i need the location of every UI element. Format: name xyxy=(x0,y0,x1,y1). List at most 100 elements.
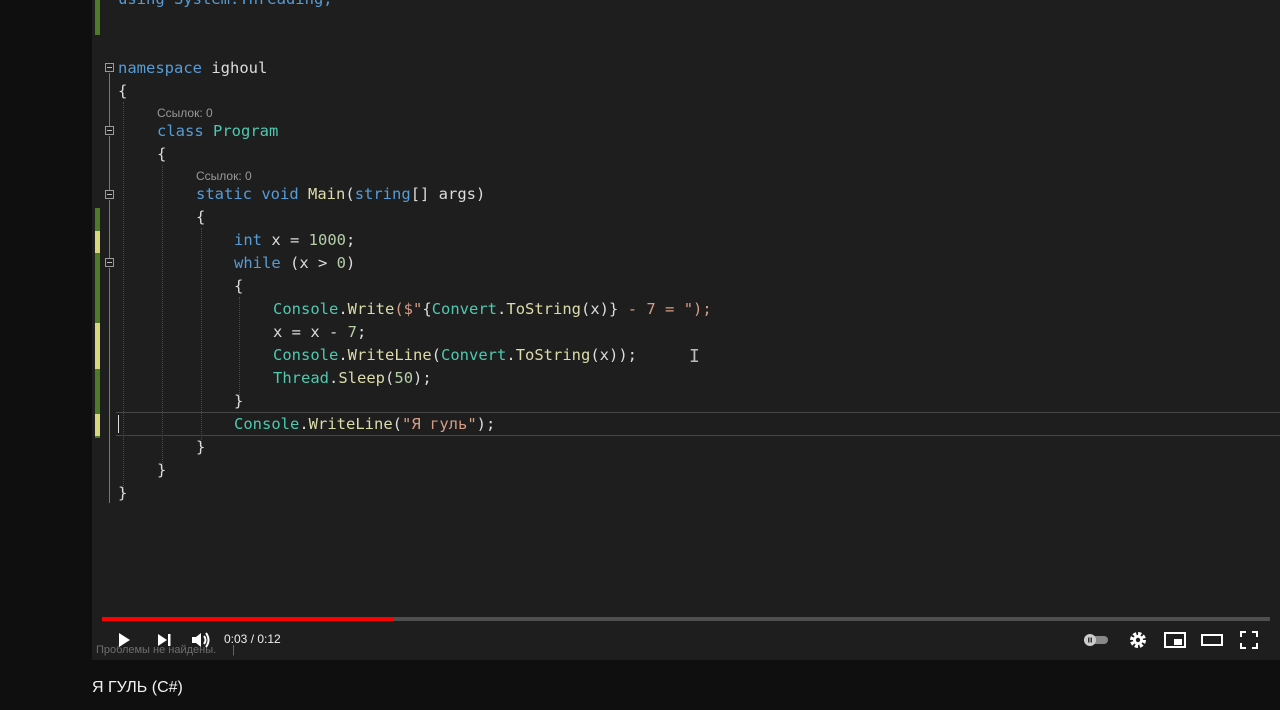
code-token: } xyxy=(609,300,619,318)
code-line: { xyxy=(157,144,166,164)
video-title: Я ГУЛЬ (C#) xyxy=(92,679,183,696)
video-player[interactable]: using System.Threading; namespace ighoul… xyxy=(92,0,1280,660)
string-literal: "); xyxy=(683,300,712,318)
change-bar-modified xyxy=(95,231,100,253)
brace: { xyxy=(118,82,128,100)
autoplay-toggle-icon xyxy=(1084,634,1108,646)
code-line-sleep: Thread.Sleep(50); xyxy=(273,368,432,388)
code-editor: using System.Threading; namespace ighoul… xyxy=(92,0,1280,610)
int-keyword: int xyxy=(234,231,262,249)
void-keyword: void xyxy=(261,185,299,203)
fold-line xyxy=(109,200,110,258)
video-progress-fill xyxy=(102,617,394,621)
method-name: Write xyxy=(347,300,395,318)
number-literal: 7 xyxy=(347,323,357,341)
indent-guide xyxy=(239,297,240,405)
fold-line xyxy=(109,268,110,503)
fold-toggle-while[interactable] xyxy=(105,258,114,267)
brace: } xyxy=(234,392,244,410)
ibeam-cursor-icon: I xyxy=(689,346,700,367)
current-time: 0:03 xyxy=(224,632,248,646)
settings-button[interactable] xyxy=(1126,627,1150,653)
text-caret xyxy=(118,415,119,433)
brace: } xyxy=(196,438,206,456)
code-token: . xyxy=(329,369,339,387)
volume-button[interactable] xyxy=(188,627,214,653)
fold-line xyxy=(109,136,110,190)
references-lens[interactable]: Ссылок: 0 xyxy=(196,169,252,183)
next-icon xyxy=(158,634,171,646)
string-literal: "Я гуль" xyxy=(402,415,477,433)
code-line-main: static void Main(string[] args) xyxy=(196,184,485,204)
code-token: . xyxy=(338,300,348,318)
method-name: ToString xyxy=(515,346,591,364)
code-line-decrement: x = x - 7; xyxy=(273,322,366,342)
type-name: Console xyxy=(234,415,300,433)
play-button[interactable] xyxy=(112,627,136,653)
code-line-namespace: namespace ighoul xyxy=(118,58,267,78)
time-separator: / xyxy=(247,632,258,646)
code-token: ); xyxy=(476,415,496,433)
video-progress-bar[interactable] xyxy=(102,617,1270,621)
change-bar xyxy=(95,0,100,35)
code-line: using System.Threading; xyxy=(118,0,333,9)
static-keyword: static xyxy=(196,185,252,203)
method-name: WriteLine xyxy=(347,346,432,364)
brace: { xyxy=(196,208,206,226)
string-literal: ($" xyxy=(394,300,423,318)
miniplayer-button[interactable] xyxy=(1162,627,1188,653)
namespace-keyword: namespace xyxy=(118,59,202,77)
volume-icon xyxy=(192,632,210,648)
fold-toggle-main[interactable] xyxy=(105,190,114,199)
code-line: } xyxy=(234,391,243,411)
code-token: ( xyxy=(345,185,355,203)
method-name: WriteLine xyxy=(308,415,393,433)
change-bar-modified xyxy=(95,323,100,369)
code-token: ( xyxy=(392,415,403,433)
code-line-final-writeline: Console.WriteLine("Я гуль"); xyxy=(234,414,495,434)
brace: } xyxy=(157,461,167,479)
theater-mode-button[interactable] xyxy=(1199,627,1225,653)
code-token: (x)); xyxy=(590,346,638,364)
code-token: ( xyxy=(431,346,442,364)
code-token: ; xyxy=(357,323,367,341)
method-name: Sleep xyxy=(338,369,386,387)
code-line: } xyxy=(196,437,205,457)
type-name: Thread xyxy=(273,369,329,387)
code-line: { xyxy=(196,207,205,227)
brace: } xyxy=(118,484,128,502)
code-line-write: Console.Write($"{Convert.ToString(x)} - … xyxy=(273,299,712,319)
autoplay-toggle[interactable] xyxy=(1082,627,1110,653)
code-line-while: while (x > 0) xyxy=(234,253,355,273)
fullscreen-icon xyxy=(1240,631,1258,649)
code-line: } xyxy=(118,483,127,503)
code-token: [] args) xyxy=(410,185,486,203)
code-token: . xyxy=(497,300,507,318)
code-token: { xyxy=(422,300,432,318)
code-token: ( xyxy=(385,369,395,387)
class-keyword: class xyxy=(157,122,204,140)
type-name: Convert xyxy=(441,346,507,364)
code-token: ) xyxy=(346,254,356,272)
fold-toggle-namespace[interactable] xyxy=(105,63,114,72)
type-name: Console xyxy=(273,300,339,318)
code-token: . xyxy=(338,346,348,364)
number-literal: 0 xyxy=(336,254,347,272)
fold-toggle-class[interactable] xyxy=(105,126,114,135)
type-name: Convert xyxy=(431,300,498,318)
code-line: } xyxy=(157,460,166,480)
code-token: . xyxy=(506,346,516,364)
code-token: x = xyxy=(262,231,309,249)
change-bar-modified xyxy=(95,414,100,436)
code-token: ); xyxy=(413,369,432,387)
class-name: Program xyxy=(213,122,279,140)
next-button[interactable] xyxy=(152,627,176,653)
namespace-name: ighoul xyxy=(211,59,268,77)
gear-icon xyxy=(1130,632,1146,648)
fullscreen-button[interactable] xyxy=(1237,627,1261,653)
references-lens[interactable]: Ссылок: 0 xyxy=(157,106,213,120)
duration: 0:12 xyxy=(257,632,281,646)
code-token: (x > xyxy=(280,254,337,272)
code-line-int: int x = 1000; xyxy=(234,230,355,250)
method-name: ToString xyxy=(506,300,582,318)
